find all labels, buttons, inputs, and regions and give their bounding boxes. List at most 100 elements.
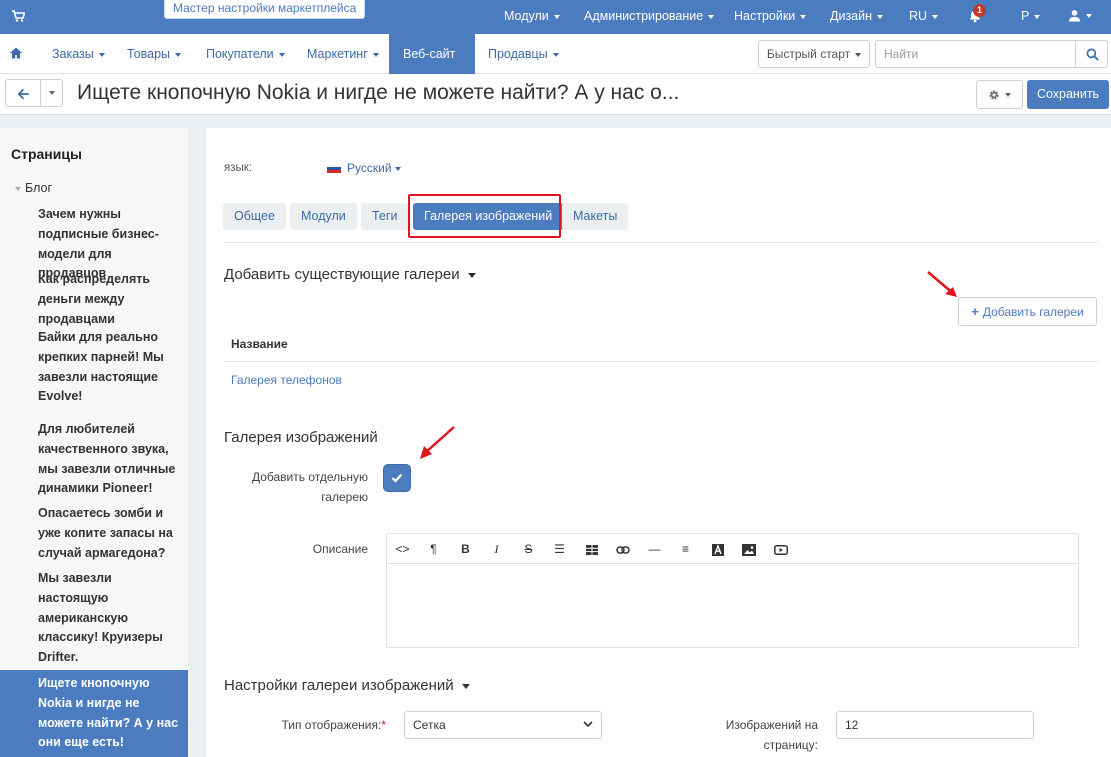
italic-icon[interactable]: I [481,534,512,564]
sidebar-title: Страницы [11,146,82,162]
search-button[interactable] [1075,40,1108,68]
nav-label: Маркетинг [307,47,368,61]
back-dropdown-button[interactable] [41,79,63,107]
font-color-icon[interactable] [702,534,733,564]
picture-icon [741,543,756,556]
table-glyph-icon [585,544,598,555]
add-galleries-label: Добавить галереи [982,305,1084,319]
main-nav: Заказы Товары Покупатели Маркетинг Веб-с… [0,34,1111,97]
nav-label: Заказы [52,47,94,61]
gallery-settings-toggle[interactable]: Настройки галереи изображений [224,677,470,694]
tab-modules[interactable]: Модули [290,203,357,230]
back-button[interactable] [5,79,41,107]
tab-general[interactable]: Общее [223,203,286,230]
pages-sidebar: Страницы Блог Зачем нужны подписные бизн… [0,128,188,757]
nav-orders[interactable]: Заказы [38,34,119,74]
strikethrough-icon[interactable]: S [513,534,544,564]
topmenu-label: Модули [504,9,549,23]
section-title: Добавить существующие галереи [224,266,460,283]
sidebar-item-page-active: Ищете кнопочную Nokia и нигде не можете … [38,676,179,750]
user-menu[interactable] [1068,8,1092,22]
chevron-down-icon [552,52,559,57]
sidebar-item-page[interactable]: Мы завезли настоящую американскую класси… [38,569,183,668]
save-button[interactable]: Сохранить [1027,80,1109,109]
chevron-down-icon [175,52,181,57]
bold-icon[interactable]: B [450,534,481,564]
topmenu-administration[interactable]: Администрирование [584,9,715,23]
section-title: Настройки галереи изображений [224,677,454,694]
image-icon[interactable] [733,534,764,564]
topmenu-design[interactable]: Дизайн [830,9,884,23]
search-input[interactable]: Найти [875,40,1075,68]
paragraph-icon[interactable]: ¶ [418,534,449,564]
nav-customers[interactable]: Покупатели [192,34,299,74]
add-galleries-button[interactable]: + Добавить галереи [958,297,1097,326]
display-type-select[interactable]: Сетка [404,711,602,739]
gallery-link[interactable]: Галерея телефонов [231,373,342,387]
language-label: язык: [224,162,252,174]
sidebar-group-blog[interactable]: Блог [15,181,52,195]
settings-dropdown-button[interactable] [976,80,1023,109]
chevron-down-icon [877,14,884,19]
topmenu-label: Р [1021,9,1030,23]
topmenu-modules[interactable]: Модули [504,9,560,23]
nav-label: Товары [127,47,170,61]
sidebar-item-page[interactable]: Опасаетесь зомби и уже копите запасы на … [38,504,183,563]
horizontal-rule-icon[interactable]: — [639,534,670,564]
video-icon[interactable] [765,534,796,564]
nav-marketing[interactable]: Маркетинг [293,34,393,74]
per-page-input[interactable]: 12 [836,711,1034,739]
gear-icon [989,90,999,100]
code-icon[interactable]: <> [387,534,418,564]
highlight-box [408,194,561,238]
add-separate-gallery-label: Добавить отдельную галерею [251,470,368,504]
nav-website[interactable]: Веб-сайт [389,34,475,97]
home-icon[interactable] [9,46,23,60]
cart-icon[interactable] [11,9,25,23]
sidebar-item-page[interactable]: Для любителей качественного звука, мы за… [38,420,183,499]
tab-tags[interactable]: Теги [361,203,409,230]
existing-galleries-toggle[interactable]: Добавить существующие галереи [224,266,476,283]
sidebar-item-active[interactable]: Ищете кнопочную Nokia и нигде не можете … [0,670,188,757]
topmenu-label: Настройки [734,9,796,23]
description-label: Описание [312,542,368,556]
nav-products[interactable]: Товары [113,34,195,74]
chevron-down-icon [1034,14,1041,19]
chevron-down-icon [855,52,862,57]
marketplace-wizard-button[interactable]: Мастер настройки маркетплейса [164,0,366,19]
chevron-down-icon [583,721,593,727]
chevron-down-icon [467,272,476,278]
language-value: Русский [347,161,392,175]
topmenu-label: Дизайн [830,9,873,23]
table-icon[interactable] [576,534,607,564]
align-icon[interactable]: ≡ [670,534,701,564]
description-editor[interactable]: <> ¶ B I S ☰ — ≡ [386,533,1079,648]
red-arrow-annotation [927,271,957,297]
topmenu-currency[interactable]: Р [1021,9,1041,23]
chevron-down-icon [932,14,939,19]
topmenu-settings[interactable]: Настройки [734,9,807,23]
chevron-down-icon [98,52,105,57]
chevron-down-icon [553,14,560,19]
add-separate-gallery-checkbox[interactable] [384,465,410,491]
editor-toolbar: <> ¶ B I S ☰ — ≡ [387,534,1078,564]
tab-layouts[interactable]: Макеты [562,203,629,230]
chevron-down-icon [372,52,379,57]
topmenu-language[interactable]: RU [909,9,939,23]
chevron-down-icon [1005,92,1011,97]
required-marker: * [381,718,386,732]
main-content: язык: Русский Общее Модули Теги Галерея … [206,128,1111,757]
notification-badge: 1 [973,4,986,17]
nav-vendors[interactable]: Продавцы [474,34,573,74]
nav-label: Покупатели [206,47,274,61]
sidebar-item-page[interactable]: Как распределять деньги между продавцами [38,270,183,329]
link-icon[interactable] [607,534,638,564]
chain-icon [615,546,630,554]
page-header: Ищете кнопочную Nokia и нигде не можете … [0,74,1111,115]
display-type-text: Тип отображения: [281,718,382,732]
quick-start-button[interactable]: Быстрый старт [758,40,870,68]
per-page-label: Изображений на страницу: [725,718,818,752]
language-selector[interactable]: Русский [327,161,401,175]
unordered-list-icon[interactable]: ☰ [544,534,575,564]
sidebar-item-page[interactable]: Байки для реально крепких парней! Мы зав… [38,328,183,407]
